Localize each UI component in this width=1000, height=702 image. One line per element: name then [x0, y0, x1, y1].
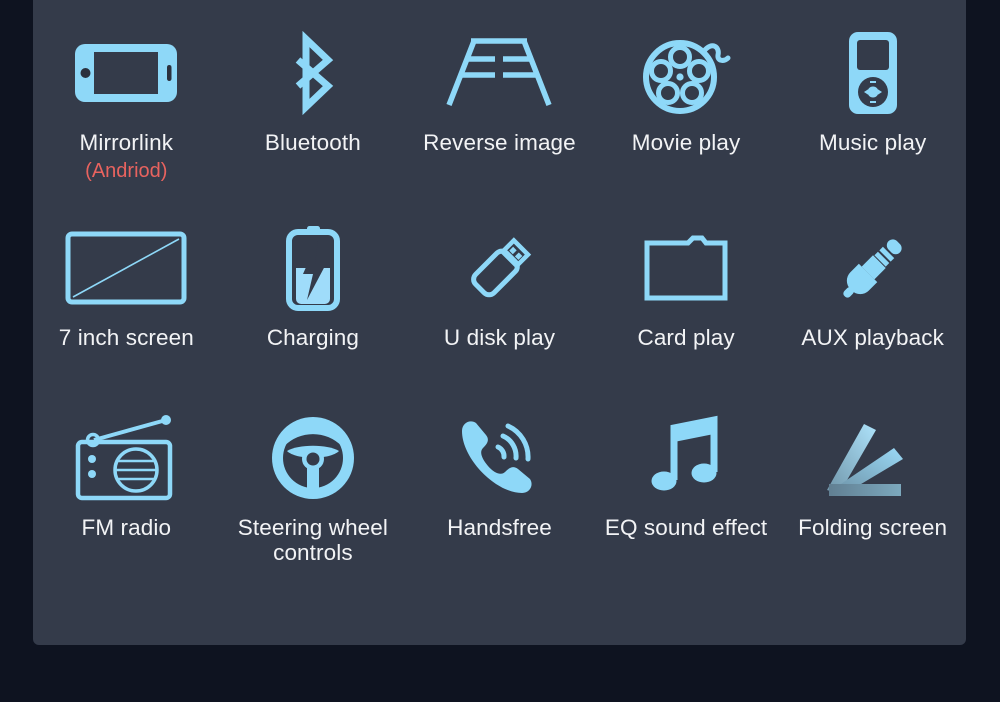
feature-item-bluetooth[interactable]: Bluetooth — [220, 0, 407, 205]
feature-label: Reverse image — [423, 130, 576, 155]
feature-item-steering-wheel-controls[interactable]: Steering wheel controls — [220, 395, 407, 590]
feature-label: Charging — [266, 325, 359, 350]
phone-call-icon — [456, 417, 542, 499]
feature-item-card-play[interactable]: Card play — [593, 205, 780, 395]
usb-flash-drive-icon — [457, 227, 541, 309]
music-note-icon — [650, 415, 722, 499]
feature-item-music-play[interactable]: Music play — [779, 0, 966, 205]
feature-label: U disk play — [443, 325, 556, 350]
feature-item-movie-play[interactable]: Movie play — [593, 0, 780, 205]
feature-row: FM radio Steering wheel controls Handsfr… — [33, 395, 966, 590]
feature-grid: Mirrorlink (Andriod) Bluetooth Reverse i… — [33, 0, 966, 590]
audio-jack-icon — [831, 227, 915, 309]
feature-item-u-disk-play[interactable]: U disk play — [406, 205, 593, 395]
feature-label: Steering wheel controls — [237, 515, 389, 565]
feature-item-eq-sound-effect[interactable]: EQ sound effect — [593, 395, 780, 590]
feature-label: Music play — [819, 130, 927, 155]
feature-item-folding-screen[interactable]: Folding screen — [779, 395, 966, 590]
feature-label: Card play — [637, 325, 735, 350]
feature-grid-page: Mirrorlink (Andriod) Bluetooth Reverse i… — [0, 0, 1000, 702]
radio-icon — [74, 415, 178, 501]
feature-label: 7 inch screen — [58, 325, 194, 350]
feature-label: Movie play — [631, 130, 741, 155]
smartphone-icon — [73, 32, 179, 114]
feature-label: FM radio — [81, 515, 172, 540]
feature-label: Bluetooth — [264, 130, 361, 155]
feature-row: Mirrorlink (Andriod) Bluetooth Reverse i… — [33, 0, 966, 205]
feature-label: EQ sound effect — [604, 515, 768, 540]
mp3-player-icon — [848, 32, 898, 114]
feature-item-mirrorlink[interactable]: Mirrorlink (Andriod) — [33, 0, 220, 205]
folding-screen-icon — [823, 417, 923, 499]
feature-row: 7 inch screen Charging U disk play Card … — [33, 205, 966, 395]
feature-label: Mirrorlink — [79, 130, 174, 155]
screen-diagonal-icon — [65, 227, 187, 309]
feature-label: Handsfree — [447, 515, 552, 540]
feature-item-reverse-image[interactable]: Reverse image — [406, 0, 593, 205]
sd-card-icon — [644, 227, 728, 309]
feature-item-fm-radio[interactable]: FM radio — [33, 395, 220, 590]
steering-wheel-icon — [270, 417, 356, 499]
parking-guidelines-icon — [441, 32, 557, 114]
feature-sublabel: (Andriod) — [85, 160, 168, 182]
battery-charging-icon — [285, 226, 341, 311]
feature-item-7-inch-screen[interactable]: 7 inch screen — [33, 205, 220, 395]
feature-label: Folding screen — [798, 515, 948, 540]
feature-item-charging[interactable]: Charging — [220, 205, 407, 395]
film-reel-icon — [640, 32, 732, 114]
bluetooth-icon — [286, 30, 340, 116]
feature-label: AUX playback — [801, 325, 944, 350]
feature-item-aux-playback[interactable]: AUX playback — [779, 205, 966, 395]
feature-panel: Mirrorlink (Andriod) Bluetooth Reverse i… — [33, 0, 966, 645]
feature-item-handsfree[interactable]: Handsfree — [406, 395, 593, 590]
